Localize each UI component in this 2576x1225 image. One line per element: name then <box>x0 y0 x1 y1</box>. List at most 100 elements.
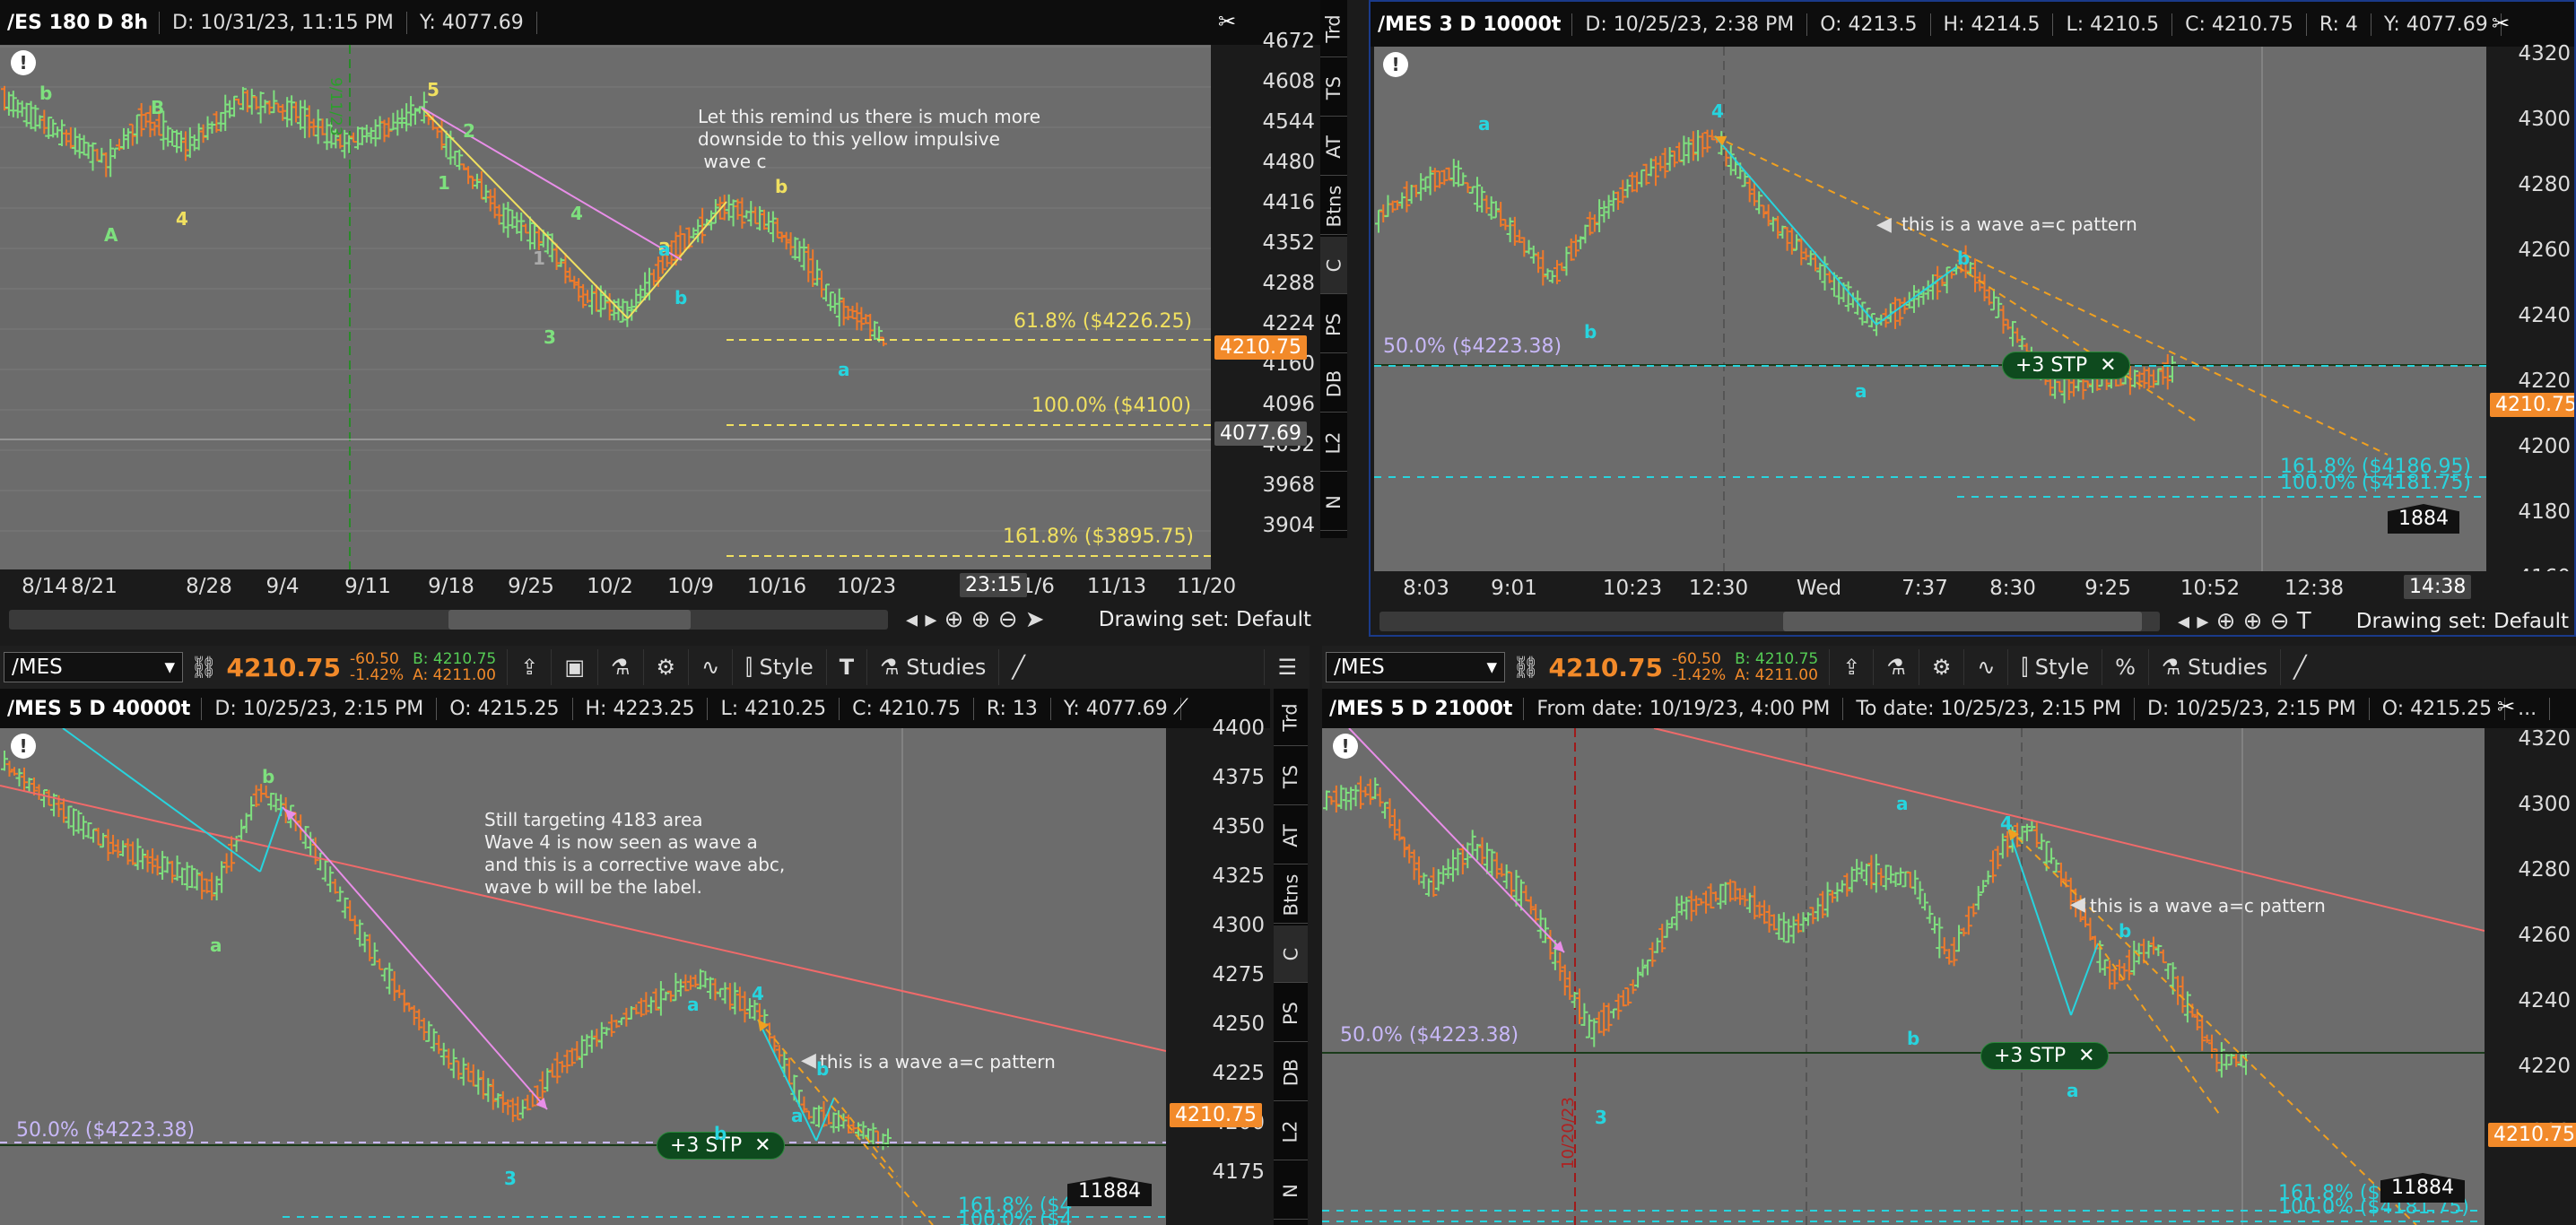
wave-line[interactable] <box>1875 265 1958 326</box>
tab-l2[interactable]: L2 <box>1320 414 1347 472</box>
candle <box>94 827 102 846</box>
tab-ts[interactable]: TS <box>1274 748 1308 805</box>
drawing-set[interactable]: Drawing set: Default <box>2356 610 2574 633</box>
flask-icon[interactable]: ⚗ <box>597 649 643 685</box>
wave-line[interactable] <box>2070 943 2099 1016</box>
price-axis[interactable]: 4672 4608 4544 4480 4416 4352 4288 4224 4160 4096… <box>1211 30 1320 569</box>
price-axis[interactable]: 4400437543504325430042754250422542004175… <box>1166 717 1270 1225</box>
wave-line[interactable] <box>259 806 283 873</box>
tab-n[interactable]: N <box>1274 1162 1308 1220</box>
zoom-controls[interactable]: ◂ ▸ ⊕ ⊕ ⊖ ➤ <box>906 606 1045 633</box>
style-button[interactable]: ⫿ Style <box>2007 649 2102 685</box>
wave-line[interactable] <box>2007 828 2072 1016</box>
projection-line[interactable] <box>1956 265 2200 424</box>
percent-icon[interactable]: % <box>2102 649 2148 685</box>
link-icon[interactable]: ⛓ <box>190 655 217 680</box>
chart-symbol[interactable]: /MES 5 D 21000t <box>1322 697 1525 720</box>
drawing-icon[interactable]: ╱ <box>998 649 1037 685</box>
close-icon[interactable]: ✕ <box>2078 1045 2094 1067</box>
tab-at[interactable]: AT <box>1320 118 1347 176</box>
time-axis[interactable]: 8:03 9:01 10:23 12:30 Wed 7:37 8:30 9:25 10:52 12… <box>1371 571 2574 605</box>
chart-symbol[interactable]: /ES 180 D 8h <box>0 11 161 34</box>
symbol-selector[interactable]: /MES ▾ <box>4 652 183 682</box>
wave-line[interactable] <box>757 1019 817 1142</box>
tab-c[interactable]: C <box>1274 925 1308 983</box>
flask-icon[interactable]: ⚗ <box>1873 649 1919 685</box>
wave-line[interactable] <box>421 107 629 319</box>
wave-line[interactable] <box>1714 135 1877 326</box>
annotation-note[interactable]: this is a wave a=c pattern <box>1902 213 2137 236</box>
tab-db[interactable]: DB <box>1274 1044 1308 1101</box>
wave-line[interactable] <box>1348 728 1565 953</box>
cursor-settings-icon[interactable]: ✂︎ <box>2492 11 2510 36</box>
scroll-bar[interactable]: ◂ ▸ ⊕ ⊕ ⊖ ➤ Drawing set: Default <box>0 604 1320 637</box>
style-icon: ⫿ <box>745 655 760 680</box>
symbol-selector[interactable]: /MES ▾ <box>1326 652 1505 682</box>
tab-btns[interactable]: Btns <box>1274 866 1308 924</box>
resistance-line[interactable] <box>1653 728 2485 932</box>
alert-icon[interactable]: ! <box>11 50 36 75</box>
wave-line[interactable] <box>62 728 261 873</box>
price-plot[interactable]: Still targeting 4183 area Wave 4 is now … <box>0 728 1166 1225</box>
cursor-settings-icon[interactable]: ✂︎ <box>2497 694 2515 719</box>
studies-button[interactable]: ⚗ Studies <box>2147 649 2280 685</box>
tab-ps[interactable]: PS <box>1320 296 1347 353</box>
alert-icon[interactable]: ! <box>11 734 36 759</box>
tab-btns[interactable]: Btns <box>1320 178 1347 235</box>
style-button[interactable]: ⫿ Style <box>732 649 826 685</box>
share-icon[interactable]: ⇪ <box>1829 649 1873 685</box>
chart-symbol[interactable]: /MES 5 D 40000t <box>0 697 203 720</box>
tab-n[interactable]: N <box>1320 473 1347 531</box>
scroll-thumb[interactable] <box>1783 612 2142 631</box>
tab-trd[interactable]: Trd <box>1320 0 1347 57</box>
cursor-settings-icon[interactable]: ✂︎ <box>1218 9 1236 34</box>
alert-icon[interactable]: ! <box>1333 734 1358 759</box>
wave-icon[interactable]: ∿ <box>688 649 732 685</box>
annotation-note[interactable]: Still targeting 4183 area Wave 4 is now … <box>484 809 785 899</box>
zoom-controls[interactable]: ◂ ▸ ⊕ ⊕ ⊖ T <box>2178 608 2311 635</box>
candle <box>1614 994 1623 1021</box>
tab-l2[interactable]: L2 <box>1274 1103 1308 1160</box>
price-axis[interactable]: 4320430042804260424042204200418041604210… <box>2486 42 2574 589</box>
close-icon[interactable]: ✕ <box>754 1134 770 1157</box>
alert-icon[interactable]: ! <box>1383 52 1408 77</box>
wave-label: a <box>2067 1080 2079 1101</box>
menu-icon[interactable]: ☰ <box>1264 649 1310 685</box>
tab-at[interactable]: AT <box>1274 807 1308 864</box>
projection-line[interactable] <box>2097 943 2220 1115</box>
gear-icon[interactable]: ⚙ <box>1918 649 1964 685</box>
drawing-icon[interactable]: ⟋ <box>1173 694 1188 719</box>
link-icon[interactable]: ⛓ <box>1512 655 1539 680</box>
gear-icon[interactable]: ⚙ <box>642 649 689 685</box>
chart-symbol[interactable]: /MES 3 D 10000t <box>1371 13 1573 36</box>
tab-ts[interactable]: TS <box>1320 59 1347 117</box>
annotation-note[interactable]: this is a wave a=c pattern <box>2090 895 2326 917</box>
price-plot[interactable]: 10/20/23 ◀ this is a wave a=c pattern 50.0%… <box>1322 728 2485 1225</box>
projection-line[interactable] <box>2007 828 2417 1225</box>
studies-button[interactable]: ⚗ Studies <box>866 649 998 685</box>
price-plot[interactable]: this is a wave a=c pattern ◀ 50.0% ($4223.… <box>1374 47 2486 571</box>
candle <box>726 983 734 1011</box>
drawing-icon[interactable]: ╱ <box>2280 649 2319 685</box>
text-tool-icon[interactable]: T <box>825 649 866 685</box>
tab-ps[interactable]: PS <box>1274 985 1308 1042</box>
annotation-note[interactable]: Let this remind us there is much more do… <box>698 106 1040 173</box>
scroll-thumb[interactable] <box>448 610 691 630</box>
scroll-bar[interactable]: ◂ ▸ ⊕ ⊕ ⊖ T Drawing set: Default <box>1371 605 2574 635</box>
share-icon[interactable]: ⇪ <box>507 649 551 685</box>
price-axis[interactable]: 43204300428042604240422042004210.75 <box>2485 727 2576 1225</box>
time-axis[interactable]: 8/14 8/21 8/28 9/4 9/11 9/18 9/25 10/2 10/9 10/16… <box>0 569 1320 604</box>
stop-order-chip[interactable]: +3 STP ✕ <box>1980 1042 2109 1070</box>
tab-c[interactable]: C <box>1320 237 1347 294</box>
stop-order-chip[interactable]: +3 STP ✕ <box>2002 352 2130 379</box>
price-plot[interactable]: 9/11/23 Let this remind us there is much … <box>0 45 1211 569</box>
tab-db[interactable]: DB <box>1320 355 1347 413</box>
tab-trd[interactable]: Trd <box>1274 689 1308 746</box>
projection-line[interactable] <box>1714 135 2389 456</box>
snapshot-icon[interactable]: ▣ <box>551 649 597 685</box>
wave-icon[interactable]: ∿ <box>1963 649 2007 685</box>
drawing-set[interactable]: Drawing set: Default <box>1099 608 1320 631</box>
price-tick-label: 4260 <box>2518 239 2571 262</box>
close-icon[interactable]: ✕ <box>2100 354 2116 377</box>
annotation-note[interactable]: this is a wave a=c pattern <box>820 1051 1056 1073</box>
